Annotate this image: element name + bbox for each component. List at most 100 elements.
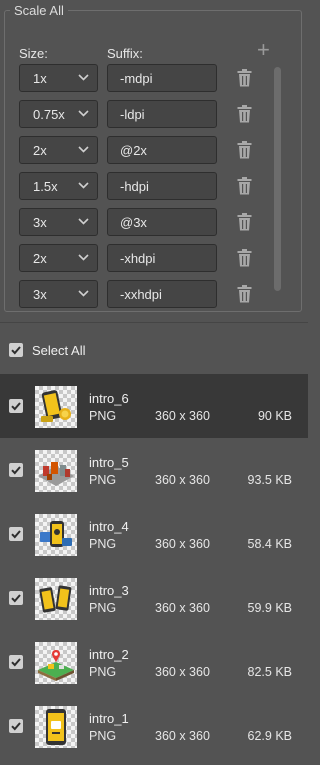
checkmark-icon bbox=[11, 402, 21, 411]
suffix-column-label: Suffix: bbox=[107, 46, 143, 61]
asset-row[interactable]: intro_4 PNG 360 x 360 58.4 KB bbox=[0, 502, 308, 566]
scale-row: 0.75x -ldpi bbox=[5, 100, 301, 130]
suffix-input[interactable]: -ldpi bbox=[107, 100, 217, 128]
asset-dimensions: 360 x 360 bbox=[155, 729, 210, 743]
size-select[interactable]: 3x bbox=[19, 208, 98, 236]
asset-thumbnail bbox=[35, 642, 77, 684]
asset-name: intro_2 bbox=[89, 647, 129, 662]
asset-checkbox[interactable] bbox=[9, 591, 23, 605]
suffix-input[interactable]: -xhdpi bbox=[107, 244, 217, 272]
size-select[interactable]: 0.75x bbox=[19, 100, 98, 128]
size-select-value: 0.75x bbox=[33, 107, 65, 122]
size-select-value: 3x bbox=[33, 287, 47, 302]
scale-row: 2x @2x bbox=[5, 136, 301, 166]
suffix-input-value: -mdpi bbox=[120, 71, 153, 86]
checkmark-icon bbox=[11, 722, 21, 731]
chevron-down-icon bbox=[78, 74, 89, 81]
scale-row: 1.5x -hdpi bbox=[5, 172, 301, 202]
suffix-input[interactable]: -xxhdpi bbox=[107, 280, 217, 308]
size-select[interactable]: 3x bbox=[19, 280, 98, 308]
size-select[interactable]: 2x bbox=[19, 136, 98, 164]
size-select-value: 2x bbox=[33, 251, 47, 266]
size-select[interactable]: 2x bbox=[19, 244, 98, 272]
scale-list-scrollbar[interactable] bbox=[274, 67, 281, 291]
asset-thumbnail bbox=[35, 578, 77, 620]
checkmark-icon bbox=[11, 466, 21, 475]
phone-cards-image bbox=[40, 521, 72, 547]
phone-screen-image bbox=[46, 709, 66, 745]
asset-size: 93.5 KB bbox=[247, 473, 292, 487]
asset-thumbnail bbox=[35, 450, 77, 492]
asset-row[interactable]: intro_2 PNG 360 x 360 82.5 KB bbox=[0, 630, 308, 694]
section-divider bbox=[0, 322, 308, 323]
trash-icon[interactable] bbox=[237, 285, 252, 303]
asset-name: intro_4 bbox=[89, 519, 129, 534]
scale-row: 2x -xhdpi bbox=[5, 244, 301, 274]
asset-dimensions: 360 x 360 bbox=[155, 473, 210, 487]
asset-checkbox[interactable] bbox=[9, 655, 23, 669]
asset-thumbnail bbox=[35, 386, 77, 428]
trash-icon[interactable] bbox=[237, 213, 252, 231]
asset-type: PNG bbox=[89, 409, 117, 423]
select-all-checkbox[interactable] bbox=[9, 343, 23, 357]
asset-name: intro_6 bbox=[89, 391, 129, 406]
asset-dimensions: 360 x 360 bbox=[155, 409, 210, 423]
asset-checkbox[interactable] bbox=[9, 399, 23, 413]
chevron-down-icon bbox=[78, 182, 89, 189]
asset-row[interactable]: intro_6 PNG 360 x 360 90 KB bbox=[0, 374, 308, 438]
asset-thumbnail bbox=[35, 514, 77, 556]
trash-icon[interactable] bbox=[237, 249, 252, 267]
scale-rows: 1x -mdpi 0.75x -ldpi 2x @2x 1.5x -hdpi 3… bbox=[5, 64, 301, 310]
map-island-image bbox=[38, 650, 74, 681]
suffix-input[interactable]: @3x bbox=[107, 208, 217, 236]
asset-checkbox[interactable] bbox=[9, 463, 23, 477]
asset-type: PNG bbox=[89, 729, 117, 743]
asset-name: intro_5 bbox=[89, 455, 129, 470]
asset-row[interactable]: intro_3 PNG 360 x 360 59.9 KB bbox=[0, 566, 308, 630]
scale-all-group: Size: Suffix: + 1x -mdpi 0.75x -ldpi 2x … bbox=[4, 10, 302, 312]
trash-icon[interactable] bbox=[237, 141, 252, 159]
asset-checkbox[interactable] bbox=[9, 527, 23, 541]
asset-size: 90 KB bbox=[257, 409, 292, 423]
trash-icon[interactable] bbox=[237, 177, 252, 195]
checkmark-icon bbox=[11, 530, 21, 539]
asset-checkbox[interactable] bbox=[9, 719, 23, 733]
select-all-label: Select All bbox=[32, 343, 86, 358]
size-column-label: Size: bbox=[19, 46, 48, 61]
asset-type: PNG bbox=[89, 601, 117, 615]
asset-type: PNG bbox=[89, 665, 117, 679]
suffix-input[interactable]: -mdpi bbox=[107, 64, 217, 92]
chevron-down-icon bbox=[78, 110, 89, 117]
scale-row: 3x @3x bbox=[5, 208, 301, 238]
asset-row[interactable]: intro_1 PNG 360 x 360 62.9 KB bbox=[0, 694, 308, 758]
scale-row: 3x -xxhdpi bbox=[5, 280, 301, 310]
asset-thumbnail bbox=[35, 706, 77, 748]
add-scale-button[interactable]: + bbox=[257, 39, 270, 61]
checkmark-icon bbox=[11, 594, 21, 603]
chevron-down-icon bbox=[78, 218, 89, 225]
suffix-input-value: @3x bbox=[120, 215, 147, 230]
size-select[interactable]: 1x bbox=[19, 64, 98, 92]
size-select-value: 1.5x bbox=[33, 179, 58, 194]
asset-type: PNG bbox=[89, 473, 117, 487]
suffix-input[interactable]: @2x bbox=[107, 136, 217, 164]
asset-dimensions: 360 x 360 bbox=[155, 537, 210, 551]
size-select[interactable]: 1.5x bbox=[19, 172, 98, 200]
suffix-input-value: -xhdpi bbox=[120, 251, 156, 266]
checkmark-icon bbox=[11, 346, 21, 355]
size-select-value: 1x bbox=[33, 71, 47, 86]
size-select-value: 3x bbox=[33, 215, 47, 230]
select-all-row[interactable]: Select All bbox=[0, 335, 308, 365]
chevron-down-icon bbox=[78, 254, 89, 261]
suffix-input-value: @2x bbox=[120, 143, 147, 158]
chevron-down-icon bbox=[78, 290, 89, 297]
asset-size: 58.4 KB bbox=[247, 537, 292, 551]
trash-icon[interactable] bbox=[237, 105, 252, 123]
asset-row[interactable]: intro_5 PNG 360 x 360 93.5 KB bbox=[0, 438, 308, 502]
phone-coins-image bbox=[41, 390, 71, 422]
checkmark-icon bbox=[11, 658, 21, 667]
suffix-input[interactable]: -hdpi bbox=[107, 172, 217, 200]
suffix-input-value: -ldpi bbox=[120, 107, 145, 122]
chevron-down-icon bbox=[78, 146, 89, 153]
trash-icon[interactable] bbox=[237, 69, 252, 87]
